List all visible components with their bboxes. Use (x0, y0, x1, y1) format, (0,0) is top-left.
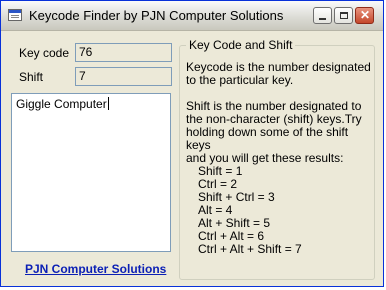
shift-results-list: Shift = 1 Ctrl = 2 Shift + Ctrl = 3 Alt … (198, 165, 368, 256)
maximize-icon (340, 12, 348, 19)
help-text-line: holding down some of the shift keys (186, 125, 349, 152)
title-bar[interactable]: Keycode Finder by PJN Computer Solutions… (1, 1, 383, 31)
help-paragraph-keycode: Keycode is the number designated to the … (186, 61, 371, 87)
help-text-line: to the particular key. (186, 73, 294, 87)
window-title: Keycode Finder by PJN Computer Solutions (29, 8, 284, 23)
close-button[interactable]: ✕ (355, 7, 374, 24)
groupbox-title: Key Code and Shift (186, 38, 296, 52)
shift-result-item: Ctrl + Alt + Shift = 7 (198, 242, 302, 256)
minimize-icon (319, 18, 326, 20)
text-input-value: Giggle Computer (16, 97, 107, 111)
minimize-button[interactable] (313, 7, 332, 24)
shift-label: Shift (19, 70, 44, 84)
keycode-field[interactable]: 76 (75, 43, 172, 62)
keycode-label: Key code (19, 46, 70, 60)
close-icon: ✕ (360, 8, 371, 22)
app-icon[interactable] (8, 9, 22, 21)
maximize-button[interactable] (334, 7, 353, 24)
text-input-area[interactable]: Giggle Computer (11, 93, 171, 252)
text-caret (107, 97, 109, 110)
help-paragraph-shift: Shift is the number designated to the no… (186, 100, 371, 165)
app-window: Keycode Finder by PJN Computer Solutions… (0, 0, 384, 287)
pjn-website-link[interactable]: PJN Computer Solutions (25, 262, 166, 276)
shift-field[interactable]: 7 (75, 67, 172, 86)
